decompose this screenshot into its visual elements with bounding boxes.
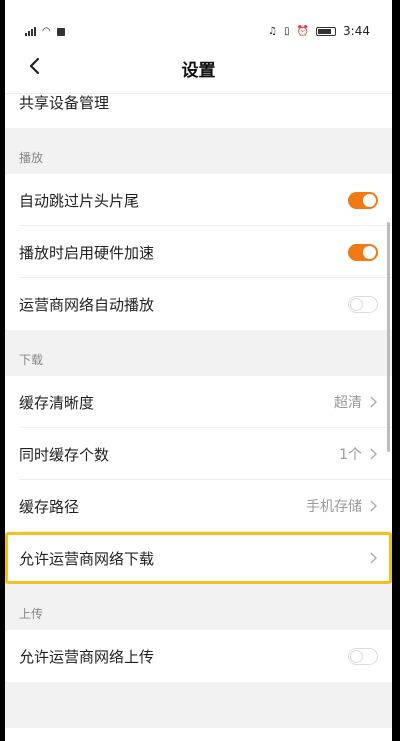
settings-item-label: 同时缓存个数 — [19, 445, 110, 464]
toggle-switch-on[interactable] — [348, 243, 378, 261]
status-left: ◠ — [25, 26, 65, 37]
settings-item-label: 允许运营商网络下载 — [19, 549, 155, 568]
toggle-switch-on[interactable] — [348, 191, 378, 209]
settings-item-cache-path[interactable]: 缓存路径 手机存储 — [5, 480, 392, 532]
settings-item-autoplay-cellular[interactable]: 运营商网络自动播放 — [5, 278, 392, 330]
notification-icon — [56, 27, 65, 36]
toggle-switch-off[interactable] — [348, 295, 378, 313]
wifi-icon: ◠ — [42, 26, 51, 37]
chevron-right-icon — [368, 499, 378, 513]
settings-item-partial[interactable] — [5, 728, 392, 741]
section-title: 播放 — [19, 151, 44, 165]
toggle-knob — [350, 649, 363, 663]
settings-item-label: 自动跳过片头片尾 — [19, 191, 140, 210]
section-title: 下载 — [19, 353, 44, 367]
vibrate-icon: ▯ — [284, 25, 290, 37]
toggle-knob — [350, 297, 363, 311]
settings-item-label: 缓存清晰度 — [19, 393, 95, 412]
settings-item-label: 播放时启用硬件加速 — [19, 243, 155, 262]
settings-item-shared-devices[interactable]: 共享设备管理 — [5, 94, 392, 128]
chevron-right-icon — [368, 551, 378, 565]
settings-item-concurrent-cache[interactable]: 同时缓存个数 1个 — [5, 428, 392, 480]
scrollbar[interactable] — [387, 222, 390, 452]
toggle-knob — [363, 245, 376, 259]
chevron-right-icon — [368, 395, 378, 409]
section-header-playback: 播放 — [5, 128, 392, 174]
status-time: 3:44 — [343, 24, 370, 38]
status-right: ♫ ▯ ⏰ 3:44 — [268, 24, 370, 38]
settings-item-label: 共享设备管理 — [19, 94, 110, 112]
settings-item-value: 超清 — [334, 395, 362, 411]
settings-item-value: 1个 — [339, 447, 362, 463]
cell-signal-icon — [25, 27, 36, 36]
settings-item-skip-intro[interactable]: 自动跳过片头片尾 — [5, 174, 392, 226]
settings-item-label: 运营商网络自动播放 — [19, 295, 155, 314]
section-header-download: 下载 — [5, 330, 392, 376]
settings-item-label: 允许运营商网络上传 — [19, 647, 155, 666]
status-bar: ◠ ♫ ▯ ⏰ 3:44 — [5, 0, 392, 40]
section-title: 上传 — [19, 607, 44, 621]
battery-icon — [316, 26, 337, 36]
settings-item-allow-cellular-upload[interactable]: 允许运营商网络上传 — [5, 630, 392, 682]
headset-icon: ♫ — [268, 25, 278, 37]
settings-item-cache-quality[interactable]: 缓存清晰度 超清 — [5, 376, 392, 428]
chevron-right-icon — [368, 447, 378, 461]
settings-item-value: 手机存储 — [306, 499, 362, 515]
page-title: 设置 — [181, 61, 216, 81]
title-bar: 设置 — [5, 40, 392, 94]
toggle-switch-off[interactable] — [348, 647, 378, 665]
toggle-knob — [363, 193, 376, 207]
section-header-upload: 上传 — [5, 584, 392, 630]
settings-item-hardware-acceleration[interactable]: 播放时启用硬件加速 — [5, 226, 392, 278]
settings-item-allow-cellular-download[interactable]: 允许运营商网络下载 — [5, 532, 392, 584]
settings-item-label: 缓存路径 — [19, 497, 80, 516]
alarm-icon: ⏰ — [296, 25, 310, 37]
phone-screen: ◠ ♫ ▯ ⏰ 3:44 设置 共享设备管理 播放 自动跳过片头片尾 播放时启用… — [5, 0, 392, 741]
